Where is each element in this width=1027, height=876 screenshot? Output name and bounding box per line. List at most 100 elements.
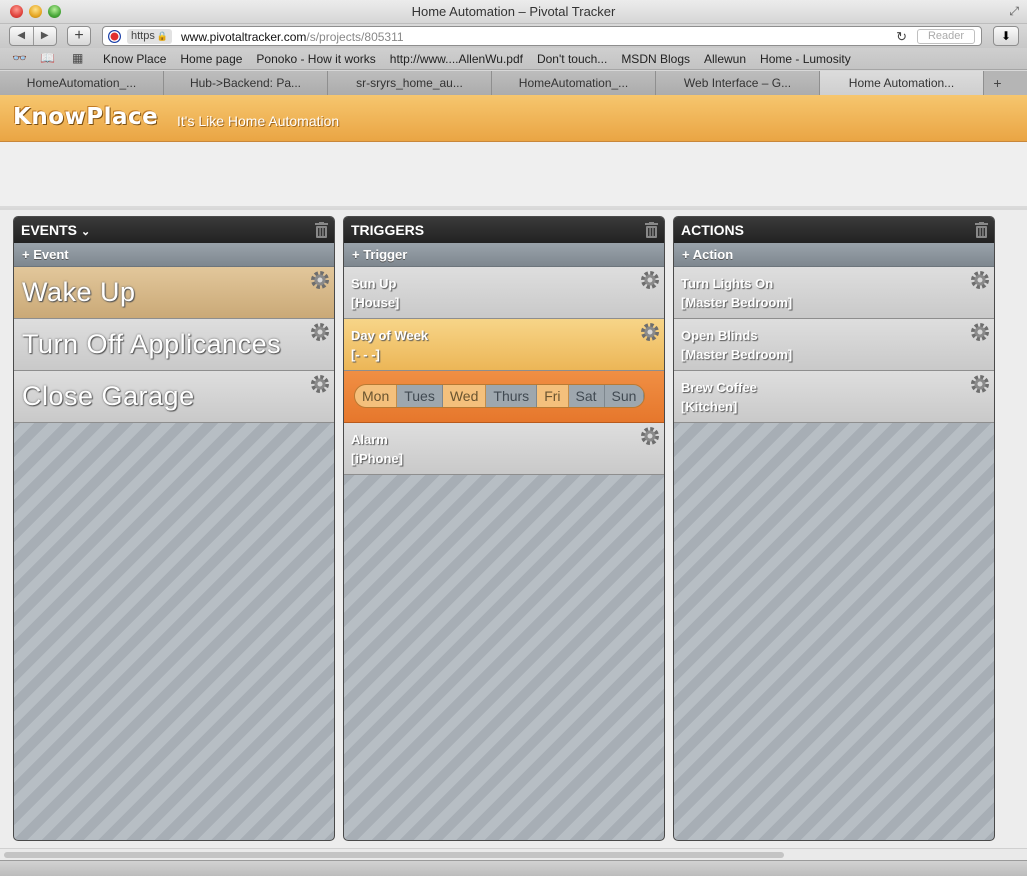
gear-icon[interactable] bbox=[310, 322, 330, 342]
app-header: KnowPlace It's Like Home Automation bbox=[0, 95, 1027, 142]
action-detail: [Master Bedroom] bbox=[681, 295, 793, 310]
actions-panel: ACTIONS + Action Turn Lights On [Master … bbox=[673, 216, 995, 841]
triggers-title: TRIGGERS bbox=[351, 222, 425, 238]
day-toggle-fri[interactable]: Fri bbox=[537, 385, 569, 407]
triggers-header: TRIGGERS bbox=[344, 217, 664, 243]
gear-icon[interactable] bbox=[640, 322, 660, 342]
trash-icon[interactable] bbox=[645, 222, 658, 238]
events-panel: EVENTS ⌄ + Event Wake Up Turn Off Applica… bbox=[13, 216, 335, 841]
events-title[interactable]: EVENTS bbox=[21, 222, 77, 238]
triggers-panel: TRIGGERS + Trigger Sun Up [House] Day of… bbox=[343, 216, 665, 841]
https-label: https bbox=[131, 30, 155, 42]
actions-header: ACTIONS bbox=[674, 217, 994, 243]
add-action-button[interactable]: + Action bbox=[674, 243, 994, 267]
nav-buttons: ◀ ▶ bbox=[9, 26, 57, 46]
bookmark-item[interactable]: Home - Lumosity bbox=[760, 52, 851, 66]
trash-icon[interactable] bbox=[315, 222, 328, 238]
day-picker: Mon Tues Wed Thurs Fri Sat Sun bbox=[354, 384, 646, 408]
event-title: Turn Off Applicances bbox=[22, 329, 282, 359]
tab-bar: HomeAutomation_... Hub->Backend: Pa... s… bbox=[0, 71, 1027, 95]
scrollbar-thumb[interactable] bbox=[4, 852, 784, 858]
actions-title: ACTIONS bbox=[681, 222, 744, 238]
trigger-detail: [- - -] bbox=[351, 347, 380, 362]
gear-icon[interactable] bbox=[310, 374, 330, 394]
url-host: www.pivotaltracker.com bbox=[181, 30, 307, 44]
trigger-card[interactable]: Sun Up [House] bbox=[344, 267, 664, 319]
action-card[interactable]: Turn Lights On [Master Bedroom] bbox=[674, 267, 994, 319]
forward-button[interactable]: ▶ bbox=[34, 27, 57, 45]
action-card[interactable]: Open Blinds [Master Bedroom] bbox=[674, 319, 994, 371]
action-card[interactable]: Brew Coffee [Kitchen] bbox=[674, 371, 994, 423]
tab-1[interactable]: Hub->Backend: Pa... bbox=[164, 71, 328, 95]
gear-icon[interactable] bbox=[310, 270, 330, 290]
day-toggle-thurs[interactable]: Thurs bbox=[486, 385, 538, 407]
app-logo[interactable]: KnowPlace bbox=[13, 104, 158, 130]
bookmark-item[interactable]: Don't touch... bbox=[537, 52, 607, 66]
add-event-button[interactable]: + Event bbox=[14, 243, 334, 267]
tab-5-active[interactable]: Home Automation... bbox=[820, 71, 984, 95]
status-bar bbox=[0, 860, 1027, 876]
action-detail: [Kitchen] bbox=[681, 399, 738, 414]
tab-2[interactable]: sr-sryrs_home_au... bbox=[328, 71, 492, 95]
trigger-name: Day of Week bbox=[351, 328, 429, 343]
add-bookmark-button[interactable]: + bbox=[67, 26, 91, 46]
reading-list-icon[interactable]: 👓 bbox=[12, 51, 27, 65]
bookmark-item[interactable]: Ponoko - How it works bbox=[256, 52, 375, 66]
https-badge: https 🔒 bbox=[127, 29, 173, 44]
day-toggle-sun[interactable]: Sun bbox=[604, 385, 645, 407]
chevron-down-icon[interactable]: ⌄ bbox=[81, 226, 90, 238]
bookmark-item[interactable]: Allewun bbox=[704, 52, 746, 66]
gear-icon[interactable] bbox=[970, 374, 990, 394]
action-detail: [Master Bedroom] bbox=[681, 347, 793, 362]
add-trigger-button[interactable]: + Trigger bbox=[344, 243, 664, 267]
url-path: /s/projects/805311 bbox=[306, 30, 404, 44]
new-tab-button[interactable]: + bbox=[984, 71, 1011, 95]
day-of-week-editor: Mon Tues Wed Thurs Fri Sat Sun bbox=[344, 371, 664, 423]
event-card[interactable]: Turn Off Applicances bbox=[14, 319, 334, 371]
horizontal-scrollbar[interactable] bbox=[0, 848, 1027, 860]
browser-toolbar: ◀ ▶ + https 🔒 www.pivotaltracker.com/s/pr… bbox=[0, 24, 1027, 48]
tab-0[interactable]: HomeAutomation_... bbox=[0, 71, 164, 95]
url-text[interactable]: www.pivotaltracker.com/s/projects/805311 bbox=[181, 30, 404, 44]
event-title: Wake Up bbox=[22, 277, 136, 307]
trigger-card-selected[interactable]: Day of Week [- - -] bbox=[344, 319, 664, 371]
gear-icon[interactable] bbox=[640, 270, 660, 290]
site-favicon-icon bbox=[108, 30, 121, 43]
fullscreen-icon[interactable]: ⤢ bbox=[1009, 4, 1019, 19]
event-card[interactable]: Close Garage bbox=[14, 371, 334, 423]
gear-icon[interactable] bbox=[970, 322, 990, 342]
event-card[interactable]: Wake Up bbox=[14, 267, 334, 319]
tab-4[interactable]: Web Interface – G... bbox=[656, 71, 820, 95]
top-sites-grid-icon[interactable]: ▦ bbox=[72, 51, 83, 65]
day-toggle-tues[interactable]: Tues bbox=[397, 385, 443, 407]
reload-icon[interactable]: ↻ bbox=[896, 29, 907, 45]
downloads-button[interactable]: ⬇ bbox=[993, 26, 1019, 46]
bookmarks-bar: 👓 📖 ▦ Know Place Home page Ponoko - How it… bbox=[0, 48, 1027, 70]
bookmark-list: Know Place Home page Ponoko - How it works… bbox=[103, 52, 851, 66]
lock-icon: 🔒 bbox=[156, 31, 169, 41]
action-name: Brew Coffee bbox=[681, 380, 757, 395]
bookmark-item[interactable]: Home page bbox=[180, 52, 242, 66]
bookmark-item[interactable]: http://www....AllenWu.pdf bbox=[390, 52, 523, 66]
reader-button[interactable]: Reader bbox=[917, 29, 975, 44]
app-tagline: It's Like Home Automation bbox=[177, 113, 340, 129]
trigger-detail: [House] bbox=[351, 295, 400, 310]
trigger-name: Alarm bbox=[351, 432, 388, 447]
address-bar[interactable]: https 🔒 www.pivotaltracker.com/s/projects… bbox=[102, 26, 982, 46]
bookmarks-book-icon[interactable]: 📖 bbox=[40, 51, 55, 65]
back-button[interactable]: ◀ bbox=[10, 27, 34, 45]
day-toggle-mon[interactable]: Mon bbox=[355, 385, 398, 407]
bookmark-item[interactable]: Know Place bbox=[103, 52, 166, 66]
trigger-card[interactable]: Alarm [iPhone] bbox=[344, 423, 664, 475]
day-toggle-wed[interactable]: Wed bbox=[442, 385, 487, 407]
window-title: Home Automation – Pivotal Tracker bbox=[411, 4, 616, 19]
gear-icon[interactable] bbox=[970, 270, 990, 290]
trash-icon[interactable] bbox=[975, 222, 988, 238]
event-title: Close Garage bbox=[22, 381, 195, 411]
trigger-detail: [iPhone] bbox=[351, 451, 403, 466]
tab-3[interactable]: HomeAutomation_... bbox=[492, 71, 656, 95]
window-titlebar: Home Automation – Pivotal Tracker ⤢ bbox=[0, 0, 1027, 24]
bookmark-item[interactable]: MSDN Blogs bbox=[621, 52, 690, 66]
gear-icon[interactable] bbox=[640, 426, 660, 446]
day-toggle-sat[interactable]: Sat bbox=[568, 385, 605, 407]
